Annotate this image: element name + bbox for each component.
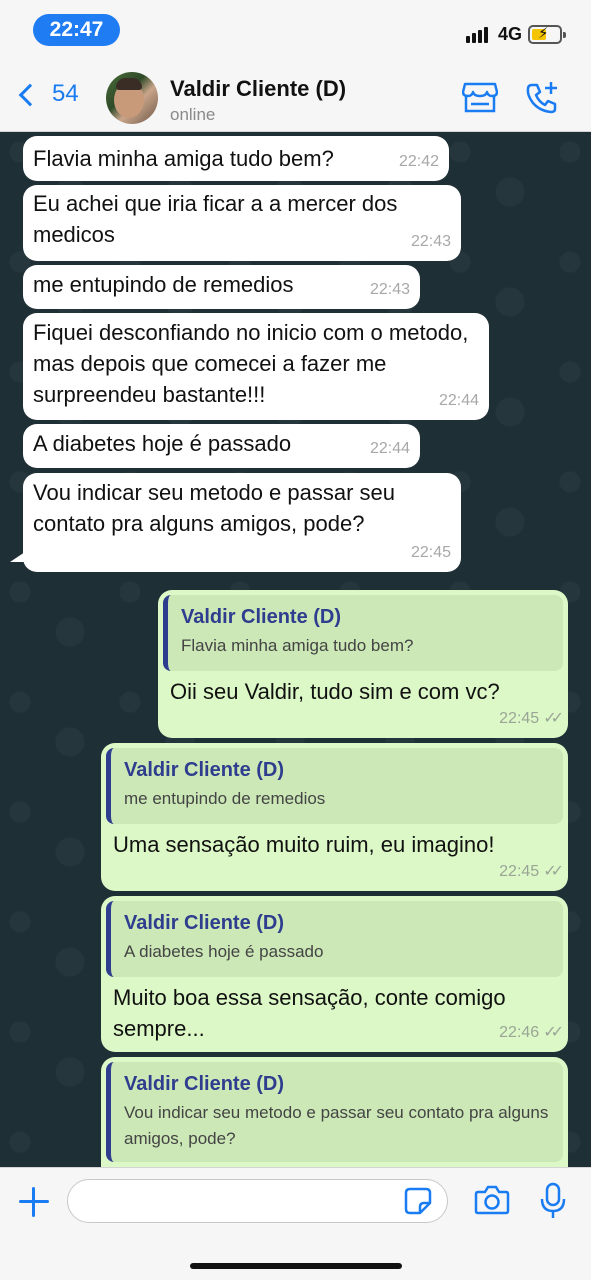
message-text: Fiquei desconfiando no inicio com o meto…: [33, 320, 469, 407]
quoted-message[interactable]: Valdir Cliente (D) A diabetes hoje é pas…: [106, 901, 563, 977]
quoted-text: Flavia minha amiga tudo bem?: [181, 636, 414, 655]
message-time: 22:42: [398, 153, 439, 170]
back-button[interactable]: 54: [14, 80, 79, 108]
quoted-author: Valdir Cliente (D): [124, 912, 285, 934]
message-bubble[interactable]: Fiquei desconfiando no inicio com o meto…: [23, 313, 489, 420]
quoted-message[interactable]: Valdir Cliente (D) Flavia minha amiga tu…: [163, 595, 563, 671]
reply-bubble[interactable]: Valdir Cliente (D) Flavia minha amiga tu…: [158, 590, 568, 738]
message-text: A diabetes hoje é passado: [33, 431, 292, 456]
bubble-tail: [10, 550, 28, 562]
message-text: Oii seu Valdir, tudo sim e com vc?: [170, 679, 500, 704]
message-text: Eu achei que iria ficar a a mercer dos m…: [33, 191, 398, 247]
quoted-author: Valdir Cliente (D): [181, 606, 342, 628]
double-check-icon: ✓✓: [543, 1024, 564, 1041]
reply-bubble[interactable]: Valdir Cliente (D) Vou indicar seu metod…: [101, 1057, 568, 1167]
message-time: 22:45: [410, 544, 451, 561]
camera-icon[interactable]: [474, 1185, 510, 1215]
message-text: me entupindo de remedios: [33, 272, 294, 297]
message-text: Muito boa essa sensação, conte comigo se…: [113, 985, 506, 1041]
message-text: Flavia minha amiga tudo bem?: [33, 146, 334, 171]
quoted-text: me entupindo de remedios: [124, 789, 326, 808]
message-bubble[interactable]: Flavia minha amiga tudo bem? 22:42: [23, 136, 449, 181]
double-check-icon: ✓✓: [543, 710, 564, 727]
message-time: 22:45: [499, 710, 540, 727]
phone-add-icon[interactable]: [524, 80, 560, 116]
quoted-message[interactable]: Valdir Cliente (D) Vou indicar seu metod…: [106, 1062, 563, 1162]
chat-header: 54 Valdir Cliente (D) online: [0, 62, 591, 132]
contact-status: online: [170, 105, 216, 124]
input-bar: [0, 1167, 591, 1280]
avatar[interactable]: [106, 72, 158, 124]
message-input[interactable]: [67, 1179, 448, 1223]
message-text: Vou indicar seu metodo e passar seu cont…: [33, 480, 396, 536]
message-bubble[interactable]: me entupindo de remedios 22:43: [23, 265, 420, 309]
status-time: 22:47: [33, 14, 120, 46]
contact-name[interactable]: Valdir Cliente (D): [170, 76, 346, 102]
plus-icon[interactable]: [18, 1186, 50, 1218]
store-icon[interactable]: [462, 80, 498, 114]
quoted-author: Valdir Cliente (D): [124, 1073, 285, 1095]
network-label: 4G: [498, 24, 523, 44]
battery-icon: ⚡: [528, 25, 566, 44]
message-time: 22:45: [499, 863, 540, 880]
double-check-icon: ✓✓: [543, 863, 564, 880]
quoted-text: A diabetes hoje é passado: [124, 942, 324, 961]
quoted-author: Valdir Cliente (D): [124, 759, 285, 781]
message-time: 22:44: [438, 392, 479, 409]
signal-icon: [466, 27, 488, 43]
unread-count: 54: [52, 80, 79, 107]
status-bar: 22:47 4G ⚡: [0, 0, 591, 62]
reply-bubble[interactable]: Valdir Cliente (D) A diabetes hoje é pas…: [101, 896, 568, 1052]
message-time: 22:46: [499, 1024, 540, 1041]
home-indicator[interactable]: [190, 1263, 402, 1269]
message-time: 22:44: [369, 440, 410, 457]
message-bubble[interactable]: Eu achei que iria ficar a a mercer dos m…: [23, 185, 461, 261]
quoted-message[interactable]: Valdir Cliente (D) me entupindo de remed…: [106, 748, 563, 824]
quoted-text: Vou indicar seu metodo e passar seu cont…: [124, 1103, 549, 1148]
message-bubble[interactable]: Vou indicar seu metodo e passar seu cont…: [23, 473, 461, 572]
message-bubble[interactable]: A diabetes hoje é passado 22:44: [23, 424, 420, 468]
message-time: 22:43: [369, 281, 410, 298]
chat-area[interactable]: Flavia minha amiga tudo bem? 22:42 Eu ac…: [0, 132, 591, 1167]
chevron-left-icon: [18, 83, 42, 107]
message-time: 22:43: [410, 233, 451, 250]
sticker-icon[interactable]: [404, 1187, 432, 1215]
message-text: Uma sensação muito ruim, eu imagino!: [113, 832, 495, 857]
microphone-icon[interactable]: [540, 1182, 566, 1220]
reply-bubble[interactable]: Valdir Cliente (D) me entupindo de remed…: [101, 743, 568, 891]
